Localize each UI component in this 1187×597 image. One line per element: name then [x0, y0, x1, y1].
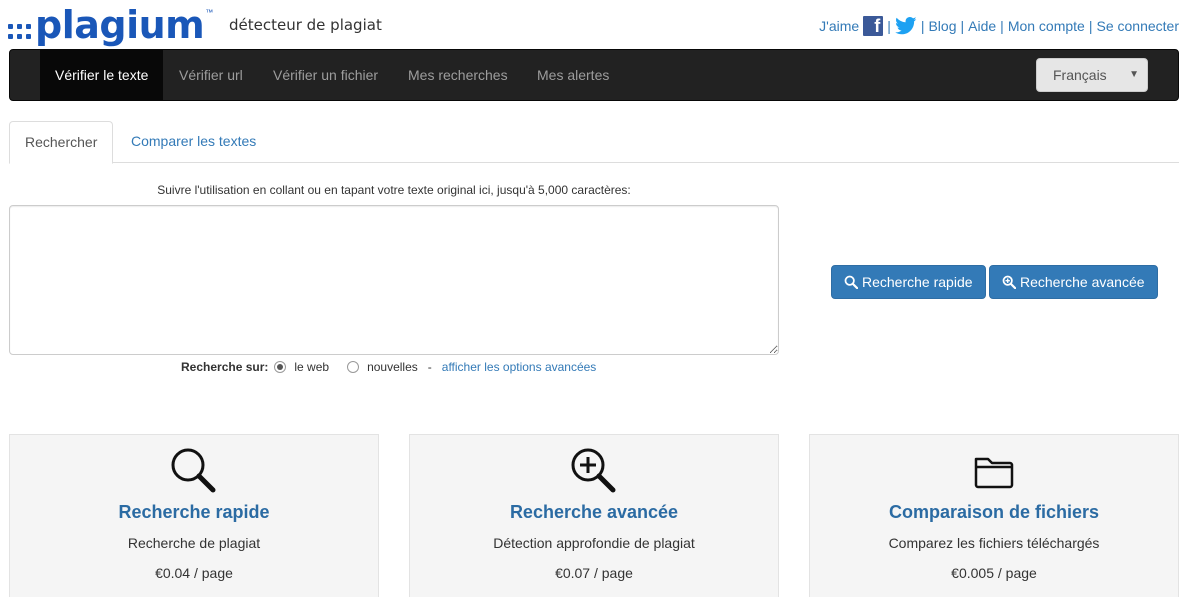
- logo-dots: [8, 24, 31, 39]
- advanced-search-button[interactable]: Recherche avancée: [989, 265, 1158, 299]
- separator: |: [1000, 18, 1004, 34]
- logo[interactable]: plagium ™: [8, 6, 213, 44]
- card-title: Comparaison de fichiers: [888, 502, 1100, 522]
- card-description: Détection approfondie de plagiat: [493, 535, 695, 551]
- search-on-label: Recherche sur:: [181, 360, 269, 374]
- separator: -: [427, 360, 432, 374]
- top-links: J'aime f | | Blog | Aide | Mon compte | …: [819, 16, 1179, 36]
- card-title: Recherche rapide: [118, 502, 270, 522]
- logo-trademark: ™: [205, 8, 214, 17]
- tagline: détecteur de plagiat: [229, 16, 382, 34]
- radio-web[interactable]: [274, 361, 287, 373]
- nav-my-searches[interactable]: Mes recherches: [393, 50, 523, 100]
- tab-search[interactable]: Rechercher: [9, 121, 114, 164]
- language-value: Français: [1053, 67, 1107, 83]
- radio-news-label: nouvelles: [367, 360, 418, 374]
- magnifier-icon: [171, 448, 216, 493]
- radio-news[interactable]: [347, 361, 360, 373]
- advanced-options-link[interactable]: afficher les options avancées: [442, 360, 597, 374]
- card-file-compare[interactable]: Comparaison de fichiers Comparez les fic…: [809, 434, 1179, 597]
- advanced-search-label: Recherche avancée: [1020, 274, 1145, 290]
- card-description: Recherche de plagiat: [127, 535, 261, 551]
- zoom-in-icon: [1002, 275, 1016, 289]
- card-title: Recherche avancée: [509, 502, 679, 522]
- card-quick-search[interactable]: Recherche rapide Recherche de plagiat €0…: [9, 434, 379, 597]
- card-price: €0.005 / page: [951, 565, 1037, 581]
- language-select[interactable]: Français ▼: [1036, 58, 1148, 92]
- search-tabs: Rechercher Comparer les textes: [9, 121, 1179, 164]
- text-input[interactable]: [9, 205, 779, 355]
- instructions: Suivre l'utilisation en collant ou en ta…: [157, 183, 631, 197]
- card-price: €0.07 / page: [555, 565, 633, 581]
- facebook-icon[interactable]: f: [863, 16, 884, 36]
- folder-icon: [974, 457, 1014, 489]
- chevron-down-icon: ▼: [1129, 69, 1139, 80]
- separator: |: [887, 18, 891, 34]
- card-advanced-search[interactable]: Recherche avancée Détection approfondie …: [409, 434, 779, 597]
- search-options: Recherche sur: le web nouvelles - affich…: [181, 360, 596, 374]
- zoom-in-icon: [571, 448, 616, 493]
- card-description: Comparez les fichiers téléchargés: [888, 535, 1100, 551]
- nav-verify-text[interactable]: Vérifier le texte: [40, 50, 164, 100]
- help-link[interactable]: Aide: [968, 18, 996, 34]
- account-link[interactable]: Mon compte: [1008, 18, 1085, 34]
- separator: |: [1088, 18, 1093, 34]
- quick-search-button[interactable]: Recherche rapide: [831, 265, 986, 299]
- logo-text: plagium: [35, 3, 205, 47]
- search-icon: [844, 275, 858, 289]
- quick-search-label: Recherche rapide: [862, 274, 973, 290]
- tab-compare[interactable]: Comparer les textes: [116, 121, 271, 163]
- main-navbar: Vérifier le texte Vérifier url Vérifier …: [9, 49, 1179, 101]
- twitter-icon[interactable]: [894, 17, 917, 35]
- radio-web-label: le web: [294, 360, 330, 374]
- nav-verify-file[interactable]: Vérifier un fichier: [258, 50, 393, 100]
- separator: |: [960, 18, 965, 34]
- like-link[interactable]: J'aime: [819, 18, 859, 34]
- nav-verify-url[interactable]: Vérifier url: [164, 50, 258, 100]
- nav-my-alerts[interactable]: Mes alertes: [522, 50, 624, 100]
- separator: |: [920, 18, 925, 34]
- login-link[interactable]: Se connecter: [1097, 18, 1180, 34]
- blog-link[interactable]: Blog: [928, 18, 956, 34]
- card-price: €0.04 / page: [155, 565, 233, 581]
